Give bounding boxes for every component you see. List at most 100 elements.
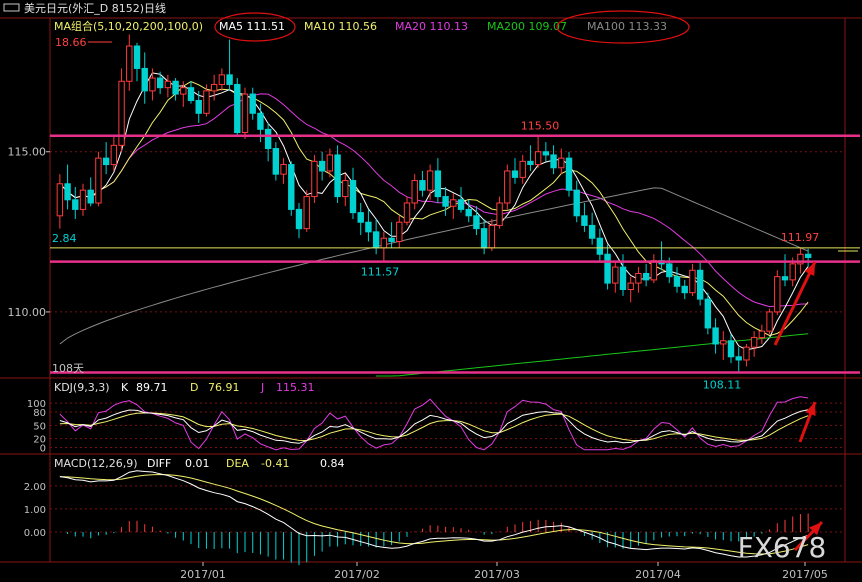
macd-dea-value: -0.41 <box>261 457 289 470</box>
candle-body <box>318 160 326 172</box>
last-high-annotation: 111.97 <box>781 231 820 244</box>
candle-body <box>712 327 719 345</box>
candle-body <box>249 93 256 114</box>
candle-body <box>442 196 449 207</box>
candle-body <box>534 151 542 166</box>
candle-body <box>434 170 442 198</box>
candle-body <box>650 260 658 281</box>
candle-body <box>210 83 218 92</box>
candle-body <box>581 215 588 226</box>
candle-body <box>187 87 195 101</box>
price-tick-label: 110.00 <box>8 306 47 319</box>
candle-body <box>627 282 634 290</box>
candle-body <box>727 340 735 358</box>
candle-body <box>511 170 519 178</box>
candle-body <box>149 77 156 92</box>
candle-body <box>565 157 573 191</box>
candle-body <box>203 90 210 114</box>
candle-body <box>696 269 704 300</box>
candle-body <box>488 224 496 249</box>
candle-body <box>588 224 596 239</box>
days-label: 108天 <box>52 362 84 375</box>
kdj-j-line <box>59 396 809 451</box>
candle-body <box>372 231 380 249</box>
candle-body <box>642 272 650 281</box>
candle-body <box>180 87 187 95</box>
candle-body <box>218 74 226 85</box>
candle-body <box>789 263 796 281</box>
macd-label: MACD(12,26,9) <box>54 457 138 470</box>
candle-body <box>388 237 395 242</box>
candle-body <box>542 151 550 156</box>
candle-body <box>272 148 280 175</box>
candle-body <box>226 74 233 85</box>
kdj-d-value: 76.91 <box>208 381 240 394</box>
trend-arrow-kdj-head <box>805 402 816 416</box>
kdj-j-value: 115.31 <box>276 381 315 394</box>
candle-body <box>457 199 465 210</box>
kdj-k-value: 89.71 <box>136 381 168 394</box>
kdj-tick-label: 50 <box>33 421 46 432</box>
candle-body <box>126 45 133 82</box>
ma20-legend: MA20 110.13 <box>395 20 468 33</box>
candle-body <box>95 157 102 204</box>
candle-body <box>504 170 511 204</box>
candle-body <box>720 340 727 345</box>
fx678-watermark: FX678 <box>738 531 827 564</box>
candle-body <box>480 228 488 249</box>
candle-body <box>635 272 642 284</box>
candle-body <box>781 276 789 281</box>
date-tick-label: 2017/05 <box>782 568 828 581</box>
candle-body <box>550 154 557 169</box>
candle-body <box>666 263 673 278</box>
candle-body <box>64 183 71 201</box>
candle-body <box>280 164 287 175</box>
candle-body <box>87 189 94 204</box>
date-tick-label: 2017/02 <box>334 568 380 581</box>
candle-body <box>234 83 241 134</box>
ma5-legend: MA5 111.51 <box>219 20 285 33</box>
candle-body <box>365 221 372 233</box>
candle-body <box>411 180 418 204</box>
candle-body <box>804 253 812 258</box>
date-tick-label: 2017/03 <box>474 568 520 581</box>
candle-body <box>519 160 526 178</box>
candle-body <box>257 112 264 130</box>
candle-body <box>164 80 172 89</box>
candle-body <box>426 170 434 191</box>
kdj-k-label: K <box>121 381 129 394</box>
candle-body <box>295 208 303 230</box>
candle-body <box>558 157 565 169</box>
candle-body <box>195 99 202 114</box>
candle-body <box>334 154 341 198</box>
candle-body <box>311 160 318 198</box>
macd-diff-label: DIFF <box>147 457 171 470</box>
chart-canvas: 110.00 115.00 18.66 2.84 115.50 111.57 108.11 1… <box>0 0 862 581</box>
macd-diff-value: 0.01 <box>185 457 210 470</box>
candle-body <box>681 285 688 294</box>
candle-body <box>419 180 426 191</box>
candle-body <box>303 196 310 230</box>
candle-body <box>56 183 64 217</box>
mid-low-annotation: 111.57 <box>361 266 400 279</box>
candle-body <box>79 189 87 210</box>
candle-body <box>774 276 781 313</box>
price-tick-label: 115.00 <box>8 146 47 159</box>
candle-body <box>743 346 750 361</box>
date-tick-label: 2017/01 <box>180 568 226 581</box>
candle-body <box>496 202 503 226</box>
kdj-tick-label: 100 <box>27 399 46 410</box>
candle-body <box>596 237 604 255</box>
ma-combo-label: MA组合(5,10,20,200,100,0) <box>54 19 203 33</box>
candle-body <box>766 311 773 332</box>
candle-body <box>241 93 249 134</box>
candle-body <box>604 253 611 284</box>
candle-body <box>342 180 349 198</box>
ma200-legend: MA200 109.07 <box>487 20 567 33</box>
candle-body <box>102 157 110 166</box>
candle-body <box>612 266 619 284</box>
candle-body <box>750 337 758 348</box>
candle-body <box>172 80 179 95</box>
ma100-legend: MA100 113.33 <box>587 20 667 33</box>
candle-body <box>380 237 388 249</box>
